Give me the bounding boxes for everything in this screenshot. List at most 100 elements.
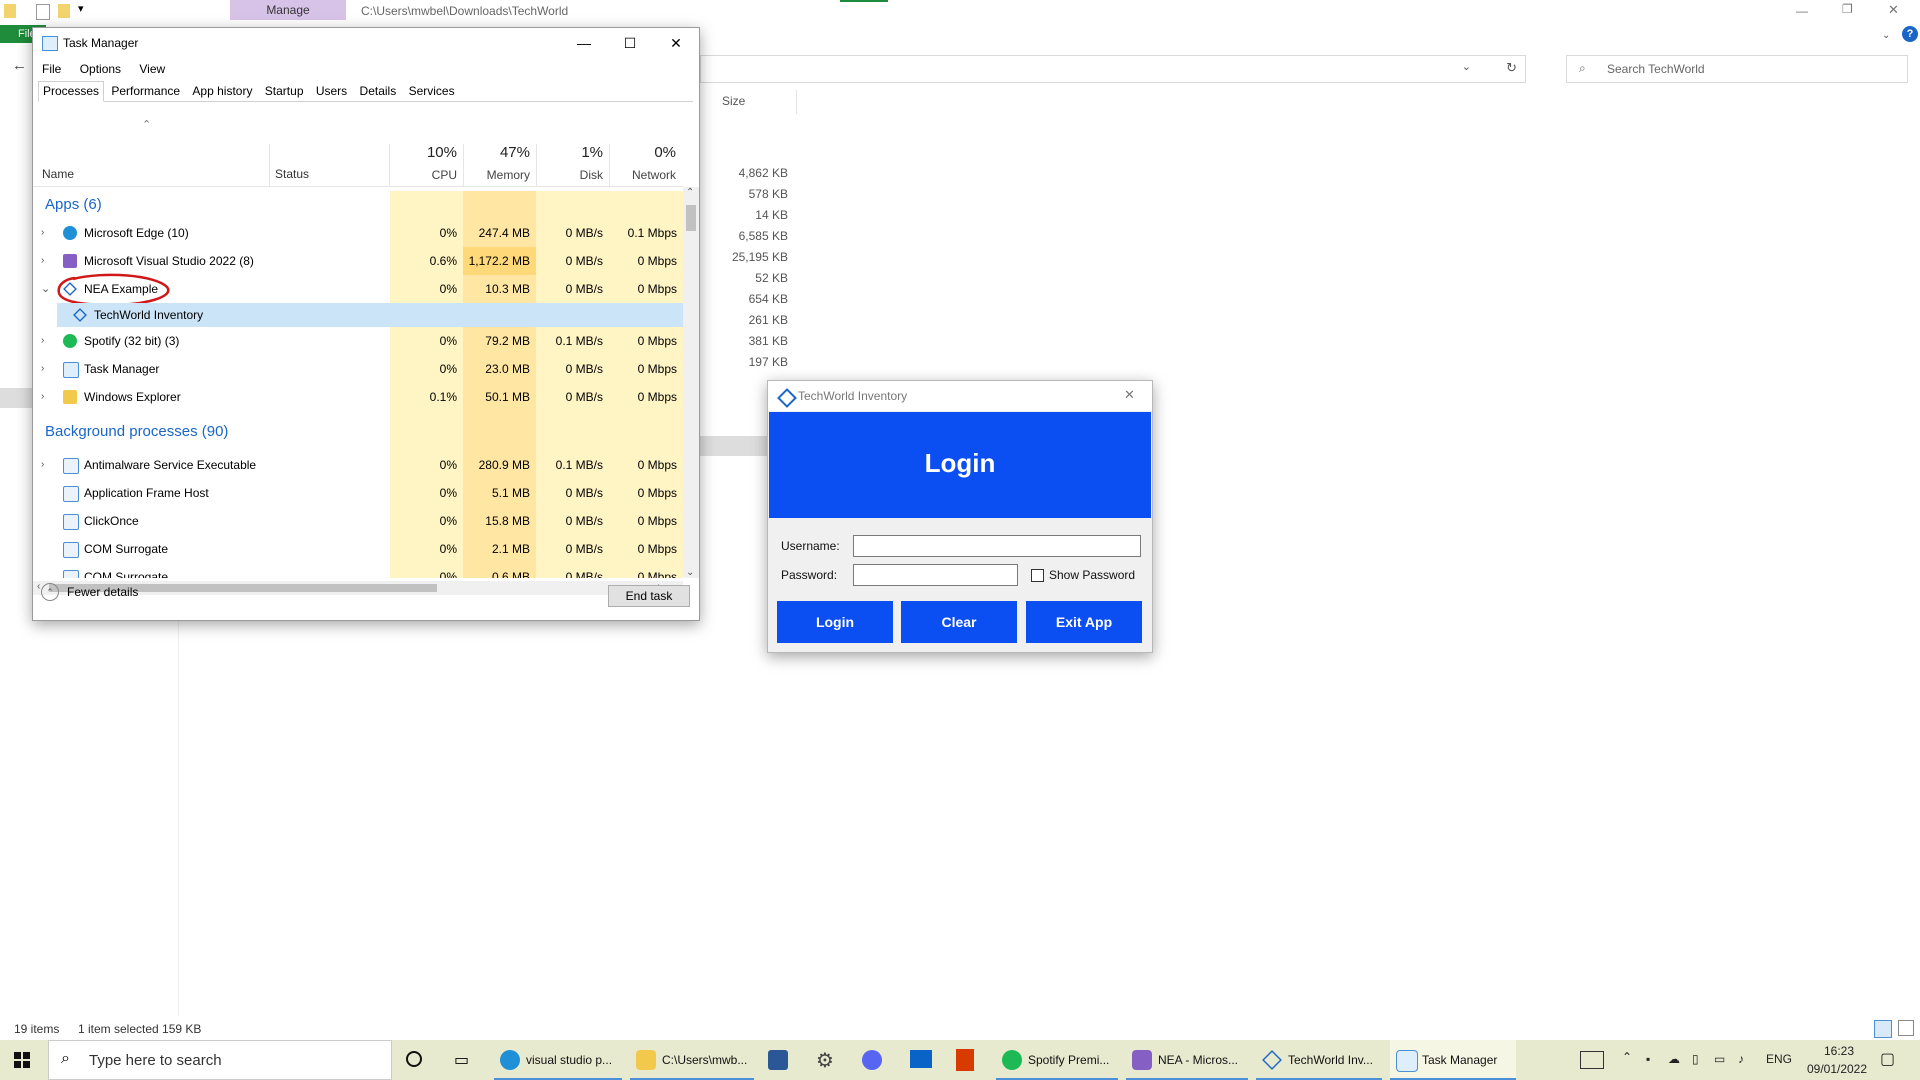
taskbar-search-box[interactable]: ⌕ Type here to search — [48, 1040, 392, 1080]
network-percent[interactable]: 0% — [609, 144, 676, 161]
minimize-button[interactable]: — — [561, 28, 607, 58]
taskbar-app-spotify[interactable]: Spotify Premi... — [996, 1040, 1118, 1080]
battery-icon[interactable]: ▯ — [1692, 1052, 1699, 1066]
memory-percent[interactable]: 47% — [463, 144, 530, 161]
keyboard-icon[interactable] — [1580, 1051, 1604, 1069]
column-disk[interactable]: Disk — [536, 168, 603, 182]
column-network[interactable]: Network — [609, 168, 676, 182]
selected-file-row[interactable] — [700, 436, 770, 456]
chevron-right-icon[interactable]: › — [41, 219, 44, 247]
chevron-right-icon[interactable]: › — [41, 355, 44, 383]
exit-app-button[interactable]: Exit App — [1026, 601, 1142, 643]
tab-services[interactable]: Services — [404, 81, 460, 102]
task-view-icon[interactable]: ▭ — [454, 1050, 469, 1070]
login-button[interactable]: Login — [777, 601, 893, 643]
column-name[interactable]: Name — [42, 167, 74, 181]
store-icon[interactable] — [768, 1050, 788, 1070]
taskbar-app-visual-studio[interactable]: NEA - Micros... — [1126, 1040, 1248, 1080]
tab-performance[interactable]: Performance — [106, 81, 185, 102]
details-view-icon[interactable] — [1874, 1020, 1892, 1038]
mail-icon[interactable] — [910, 1050, 932, 1068]
taskbar-app-explorer[interactable]: C:\Users\mwb... — [630, 1040, 754, 1080]
address-dropdown-icon[interactable]: ⌄ — [1462, 60, 1471, 73]
vertical-scrollbar[interactable]: ⌃ ⌄ — [683, 187, 699, 578]
explorer-search-input[interactable]: ⌕ Search TechWorld — [1566, 55, 1908, 83]
process-row-nea-example[interactable]: ⌄ NEA Example 0% 10.3 MB 0 MB/s 0 Mbps — [33, 273, 683, 307]
tab-users[interactable]: Users — [311, 81, 352, 102]
language-indicator[interactable]: ENG — [1766, 1052, 1792, 1066]
column-memory[interactable]: Memory — [463, 168, 530, 182]
process-row-antimalware[interactable]: › Antimalware Service Executable 0% 280.… — [33, 451, 683, 479]
login-titlebar[interactable]: TechWorld Inventory ✕ — [768, 381, 1152, 411]
ribbon-expand-icon[interactable]: ⌄ — [1882, 30, 1890, 41]
folder-icon[interactable] — [4, 4, 16, 18]
show-password-label[interactable]: Show Password — [1049, 568, 1135, 582]
tray-app-icon[interactable]: ▪ — [1646, 1052, 1650, 1066]
chevron-right-icon[interactable]: › — [41, 451, 44, 479]
maximize-button[interactable]: ☐ — [607, 28, 653, 58]
close-icon[interactable]: ✕ — [1888, 2, 1899, 18]
column-status[interactable]: Status — [275, 167, 309, 181]
process-row-application-frame-host[interactable]: Application Frame Host 0% 5.1 MB 0 MB/s … — [33, 479, 683, 507]
large-icons-view-icon[interactable] — [1898, 1020, 1914, 1036]
network-icon[interactable]: ▭ — [1714, 1052, 1725, 1066]
scroll-down-icon[interactable]: ⌄ — [686, 567, 694, 578]
onedrive-icon[interactable]: ☁ — [1668, 1052, 1680, 1066]
process-row-spotify[interactable]: › Spotify (32 bit) (3) 0% 79.2 MB 0.1 MB… — [33, 327, 683, 355]
process-row-task-manager[interactable]: › Task Manager 0% 23.0 MB 0 MB/s 0 Mbps — [33, 355, 683, 383]
group-header-background[interactable]: Background processes (90) — [33, 411, 683, 451]
clear-button[interactable]: Clear — [901, 601, 1017, 643]
password-field[interactable] — [853, 564, 1018, 586]
scroll-left-icon[interactable]: ‹ — [37, 581, 40, 592]
notifications-icon[interactable]: ▢ — [1880, 1049, 1895, 1069]
chevron-right-icon[interactable]: › — [41, 383, 44, 411]
cpu-percent[interactable]: 10% — [390, 144, 457, 161]
chevron-right-icon[interactable]: › — [41, 327, 44, 355]
process-row-com-surrogate[interactable]: COM Surrogate 0% 0.6 MB 0 MB/s 0 Mbps — [33, 563, 683, 578]
new-folder-icon[interactable] — [58, 4, 70, 18]
discord-icon[interactable] — [862, 1050, 882, 1070]
office-icon[interactable] — [956, 1049, 974, 1071]
scroll-up-icon[interactable]: ⌃ — [686, 187, 694, 198]
end-task-button[interactable]: End task — [608, 585, 690, 607]
refresh-icon[interactable]: ↻ — [1506, 60, 1517, 76]
show-password-checkbox[interactable] — [1031, 569, 1044, 582]
chevron-down-icon[interactable]: ⌄ — [41, 275, 50, 303]
column-cpu[interactable]: CPU — [390, 168, 457, 182]
taskbar-app-techworld[interactable]: TechWorld Inv... — [1256, 1040, 1382, 1080]
address-bar[interactable]: ⌄ ↻ — [700, 55, 1526, 83]
show-hidden-icons-icon[interactable]: ⌃ — [1622, 1050, 1632, 1064]
cortana-icon[interactable] — [406, 1051, 422, 1067]
back-arrow-icon[interactable]: ← — [12, 57, 27, 74]
windows-start-icon[interactable] — [14, 1052, 30, 1068]
help-icon[interactable]: ? — [1902, 26, 1918, 42]
tab-startup[interactable]: Startup — [260, 81, 309, 102]
menu-file[interactable]: File — [42, 59, 61, 79]
close-button[interactable]: ✕ — [653, 28, 699, 58]
process-row-edge[interactable]: › Microsoft Edge (10) 0% 247.4 MB 0 MB/s… — [33, 219, 683, 247]
taskbar-app-task-manager[interactable]: Task Manager — [1390, 1040, 1516, 1080]
tab-details[interactable]: Details — [355, 81, 402, 102]
process-row-visual-studio[interactable]: › Microsoft Visual Studio 2022 (8) 0.6% … — [33, 247, 683, 275]
chevron-right-icon[interactable]: › — [41, 247, 44, 275]
process-row-clickonce[interactable]: ClickOnce 0% 15.8 MB 0 MB/s 0 Mbps — [33, 507, 683, 535]
manage-ribbon-tab[interactable]: Manage — [230, 0, 346, 20]
tab-processes[interactable]: Processes — [38, 81, 105, 102]
tab-app-history[interactable]: App history — [187, 81, 257, 102]
nav-pane-selected-item[interactable] — [0, 388, 32, 408]
process-row-techworld-inventory[interactable]: TechWorld Inventory — [33, 303, 683, 327]
group-header-apps[interactable]: Apps (6) — [33, 191, 683, 219]
username-field[interactable] — [853, 535, 1141, 557]
quick-access-dropdown-icon[interactable]: ▾ — [78, 2, 84, 15]
restore-icon[interactable]: ❐ — [1842, 2, 1853, 16]
properties-icon[interactable] — [36, 4, 50, 20]
volume-icon[interactable]: ♪ — [1738, 1052, 1744, 1066]
menu-options[interactable]: Options — [80, 59, 121, 79]
clock-date[interactable]: 09/01/2022 — [1802, 1062, 1872, 1076]
close-icon[interactable]: ✕ — [1124, 387, 1135, 403]
process-row-com-surrogate[interactable]: COM Surrogate 0% 2.1 MB 0 MB/s 0 Mbps — [33, 535, 683, 563]
menu-view[interactable]: View — [139, 59, 165, 79]
clock-time[interactable]: 16:23 — [1812, 1044, 1866, 1058]
task-manager-titlebar[interactable]: Task Manager — ☐ ✕ — [33, 28, 699, 58]
minimize-icon[interactable]: — — [1796, 4, 1808, 18]
